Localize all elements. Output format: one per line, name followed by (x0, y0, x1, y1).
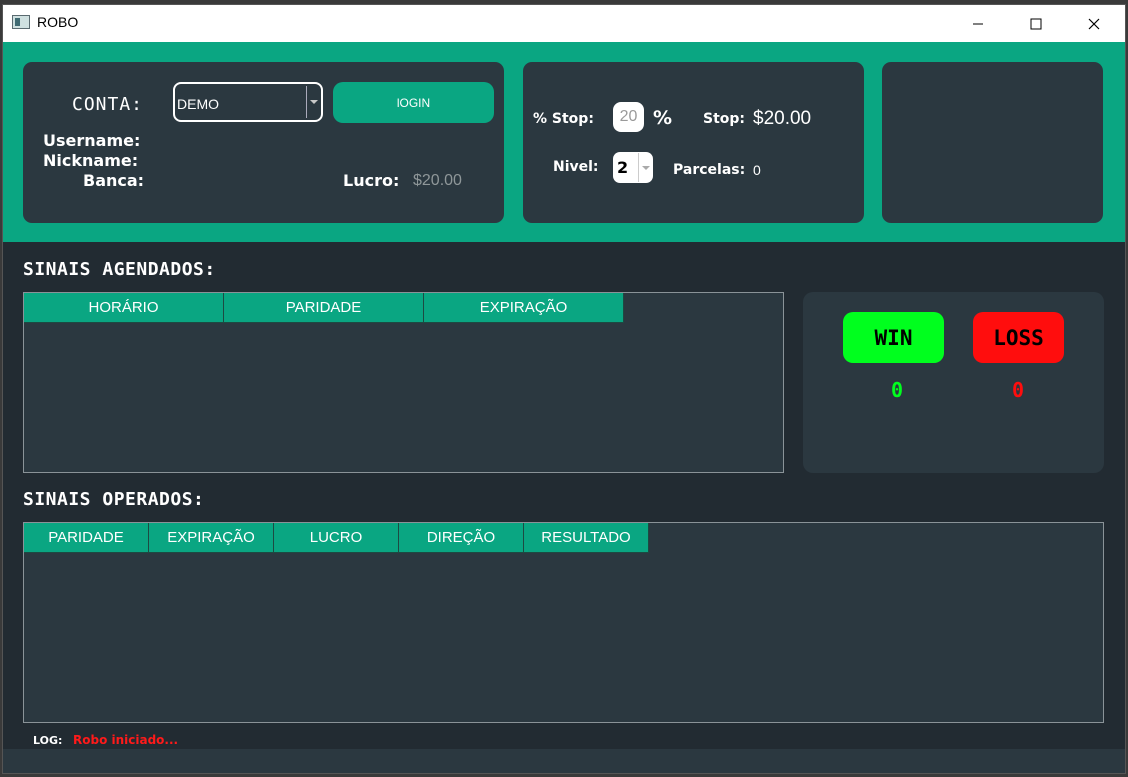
empty-panel (882, 62, 1103, 223)
column-header-expiracao[interactable]: EXPIRAÇÃO (149, 523, 274, 553)
column-header-paridade[interactable]: PARIDADE (24, 523, 149, 553)
close-icon (1088, 18, 1100, 29)
account-type-select[interactable]: DEMO (173, 82, 323, 122)
column-header-direcao[interactable]: DIREÇÃO (399, 523, 524, 553)
parcelas-value: 0 (753, 162, 761, 178)
login-button[interactable]: lOGIN (333, 82, 494, 123)
status-bar (3, 749, 1125, 773)
lucro-label: Lucro: (343, 171, 400, 190)
percent-sign: % (653, 107, 673, 129)
app-window-icon (12, 15, 30, 29)
nivel-value: 2 (617, 158, 629, 177)
win-button[interactable]: WIN (843, 312, 944, 363)
parcelas-label: Parcelas: (673, 162, 746, 178)
operated-signals-title: SINAIS OPERADOS: (23, 489, 205, 510)
nivel-label: Nivel: (553, 159, 599, 175)
chevron-down-icon[interactable] (638, 153, 652, 182)
stop-percent-input[interactable]: 20 (613, 102, 644, 132)
column-header-paridade[interactable]: PARIDADE (224, 293, 424, 323)
win-count: 0 (891, 378, 904, 402)
nivel-select[interactable]: 2 (613, 152, 653, 183)
stop-panel: % Stop: 20 % Stop: $20.00 Nivel: 2 Parce… (523, 62, 864, 223)
loss-button[interactable]: LOSS (973, 312, 1064, 363)
scheduled-signals-title: SINAIS AGENDADOS: (23, 259, 216, 280)
table-header: HORÁRIO PARIDADE EXPIRAÇÃO (24, 293, 624, 323)
column-header-lucro[interactable]: LUCRO (274, 523, 399, 553)
banca-label: Banca: (83, 171, 145, 190)
username-label: Username: (43, 131, 141, 150)
column-header-expiracao[interactable]: EXPIRAÇÃO (424, 293, 624, 323)
app-window: ROBO CONTA: DEMO lOGIN Username: Nicknam… (2, 4, 1126, 774)
log-message: Robo iniciado... (73, 733, 179, 747)
log-label: LOG: (33, 734, 63, 747)
operated-signals-table[interactable]: PARIDADE EXPIRAÇÃO LUCRO DIREÇÃO RESULTA… (23, 522, 1104, 723)
column-header-resultado[interactable]: RESULTADO (524, 523, 649, 553)
stop-value: $20.00 (753, 108, 812, 129)
loss-count: 0 (1012, 378, 1025, 402)
stop-percent-label: % Stop: (533, 111, 594, 127)
score-panel: WIN LOSS 0 0 (803, 292, 1104, 473)
close-button[interactable] (1065, 5, 1123, 42)
title-bar[interactable]: ROBO (3, 5, 1125, 42)
minimize-icon (973, 23, 983, 24)
maximize-icon (1030, 18, 1042, 29)
minimize-button[interactable] (949, 5, 1007, 42)
scheduled-signals-table[interactable]: HORÁRIO PARIDADE EXPIRAÇÃO (23, 292, 784, 473)
table-header: PARIDADE EXPIRAÇÃO LUCRO DIREÇÃO RESULTA… (24, 523, 649, 553)
chevron-down-icon[interactable] (306, 86, 320, 118)
conta-label: CONTA: (72, 94, 144, 115)
column-header-horario[interactable]: HORÁRIO (24, 293, 224, 323)
account-panel: CONTA: DEMO lOGIN Username: Nickname: Ba… (23, 62, 504, 223)
lucro-value: $20.00 (413, 172, 462, 189)
nickname-label: Nickname: (43, 151, 139, 170)
header-band: CONTA: DEMO lOGIN Username: Nickname: Ba… (3, 42, 1125, 242)
window-title: ROBO (37, 14, 79, 30)
account-type-value: DEMO (177, 96, 219, 112)
maximize-button[interactable] (1007, 5, 1065, 42)
stop-label: Stop: (703, 111, 746, 127)
